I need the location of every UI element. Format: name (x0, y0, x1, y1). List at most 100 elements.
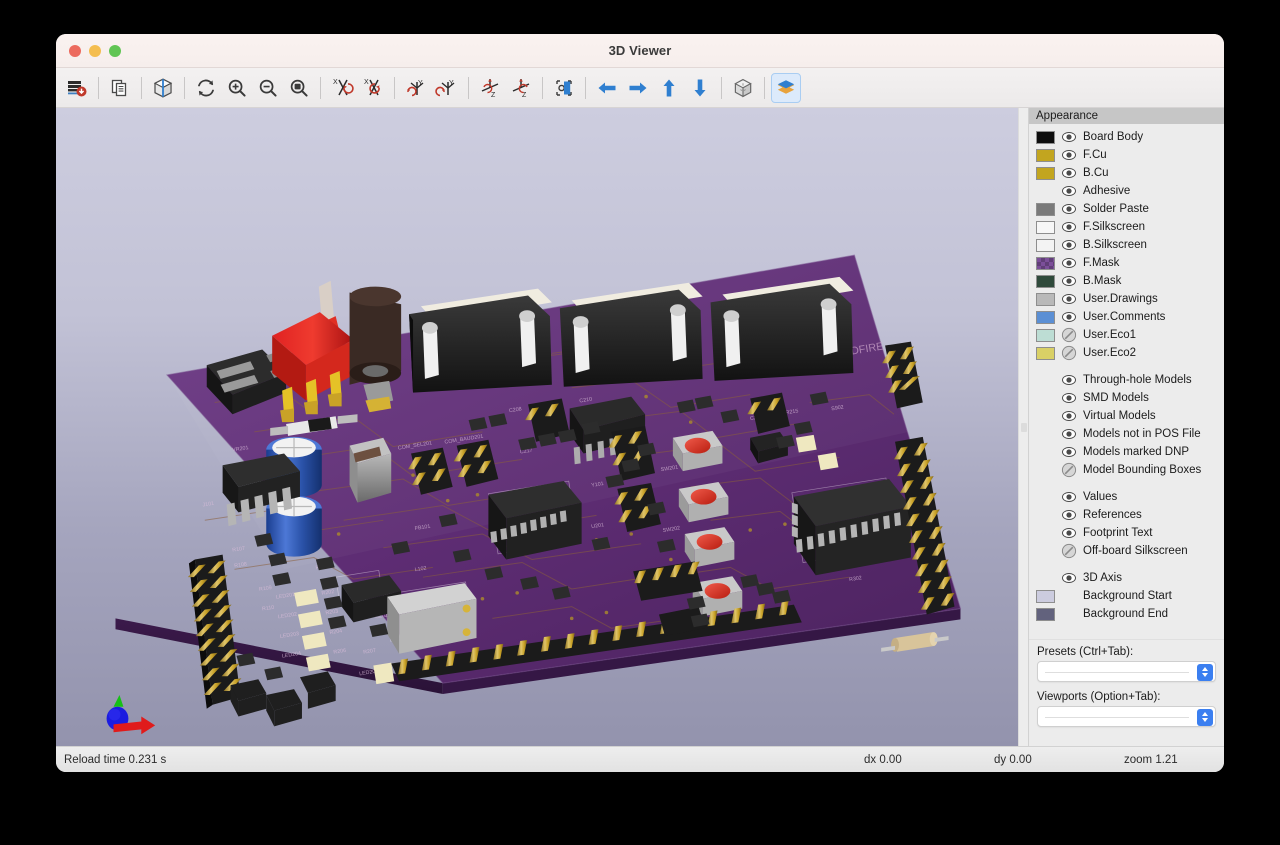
layer-row-user-eco1[interactable]: User.Eco1 (1029, 326, 1224, 344)
rotate-x-cw-button[interactable]: X (358, 73, 388, 103)
presets-label: Presets (Ctrl+Tab): (1037, 646, 1216, 658)
cube-icon (732, 77, 754, 99)
eye-visible-icon[interactable] (1061, 201, 1077, 217)
eye-visible-icon[interactable] (1061, 309, 1077, 325)
option-row-footprint-text[interactable]: Footprint Text (1029, 524, 1224, 542)
move-right-button[interactable] (623, 73, 653, 103)
eye-visible-icon[interactable] (1061, 507, 1077, 523)
eye-visible-icon[interactable] (1061, 570, 1077, 586)
layer-row-b-cu[interactable]: B.Cu (1029, 164, 1224, 182)
layer-row-f-cu[interactable]: F.Cu (1029, 146, 1224, 164)
option-row-background-start[interactable]: Background Start (1029, 587, 1224, 605)
option-row-values[interactable]: Values (1029, 488, 1224, 506)
reload-board-button[interactable] (62, 73, 92, 103)
eye-visible-icon[interactable] (1061, 237, 1077, 253)
layer-row-user-eco2[interactable]: User.Eco2 (1029, 344, 1224, 362)
option-label: Model Bounding Boxes (1083, 464, 1201, 476)
rotate-y-cw-button[interactable]: Y (432, 73, 462, 103)
svg-text:Z: Z (491, 92, 496, 99)
viewports-label: Viewports (Option+Tab): (1037, 691, 1216, 703)
eye-hidden-icon[interactable] (1061, 345, 1077, 361)
eye-hidden-icon[interactable] (1061, 327, 1077, 343)
toggle-orthographic-button[interactable] (728, 73, 758, 103)
color-swatch[interactable] (1036, 347, 1055, 360)
eye-hidden-icon[interactable] (1061, 543, 1077, 559)
option-row-off-board-silkscreen[interactable]: Off-board Silkscreen (1029, 542, 1224, 560)
rotate-z-ccw-button[interactable]: Z (475, 73, 505, 103)
layer-row-f-mask[interactable]: F.Mask (1029, 254, 1224, 272)
layer-row-b-mask[interactable]: B.Mask (1029, 272, 1224, 290)
zoom-in-button[interactable] (222, 73, 252, 103)
option-row-models-marked-dnp[interactable]: Models marked DNP (1029, 443, 1224, 461)
option-row-3d-axis[interactable]: 3D Axis (1029, 569, 1224, 587)
zoom-out-button[interactable] (253, 73, 283, 103)
color-swatch[interactable] (1036, 311, 1055, 324)
swatch-placeholder (1036, 446, 1055, 459)
layer-row-solder-paste[interactable]: Solder Paste (1029, 200, 1224, 218)
option-row-smd-models[interactable]: SMD Models (1029, 389, 1224, 407)
layer-row-board-body[interactable]: Board Body (1029, 128, 1224, 146)
rotate-z-cw-button[interactable]: Z (506, 73, 536, 103)
eye-hidden-icon[interactable] (1061, 462, 1077, 478)
presets-stepper[interactable] (1197, 664, 1213, 681)
color-swatch[interactable] (1036, 149, 1055, 162)
layer-row-f-silkscreen[interactable]: F.Silkscreen (1029, 218, 1224, 236)
rotate-y-cw-icon: Y (435, 76, 459, 100)
color-swatch[interactable] (1036, 185, 1055, 198)
move-left-button[interactable] (592, 73, 622, 103)
eye-visible-icon[interactable] (1061, 408, 1077, 424)
eye-visible-icon[interactable] (1061, 489, 1077, 505)
layer-row-user-drawings[interactable]: User.Drawings (1029, 290, 1224, 308)
rotate-y-ccw-button[interactable]: Y (401, 73, 431, 103)
3d-viewport[interactable]: COLDFIRE R107 R108 R109 R110 LED201 LED2… (56, 108, 1018, 746)
color-swatch[interactable] (1036, 275, 1055, 288)
option-row-models-not-in-pos-file[interactable]: Models not in POS File (1029, 425, 1224, 443)
color-swatch[interactable] (1036, 590, 1055, 603)
eye-visible-icon[interactable] (1061, 147, 1077, 163)
appearance-panel-content[interactable]: Board Body F.Cu B.Cu Adhesive (1029, 124, 1224, 639)
flip-board-button[interactable] (549, 73, 579, 103)
move-up-button[interactable] (654, 73, 684, 103)
eye-visible-icon[interactable] (1061, 165, 1077, 181)
toggle-appearance-button[interactable] (771, 73, 801, 103)
option-row-background-end[interactable]: Background End (1029, 605, 1224, 623)
eye-visible-icon[interactable] (1061, 390, 1077, 406)
eye-visible-icon[interactable] (1061, 273, 1077, 289)
copy-to-clipboard-button[interactable] (105, 73, 135, 103)
color-swatch[interactable] (1036, 221, 1055, 234)
option-row-through-hole-models[interactable]: Through-hole Models (1029, 371, 1224, 389)
eye-visible-icon[interactable] (1061, 129, 1077, 145)
move-down-button[interactable] (685, 73, 715, 103)
color-swatch[interactable] (1036, 239, 1055, 252)
color-swatch[interactable] (1036, 203, 1055, 216)
color-swatch[interactable] (1036, 329, 1055, 342)
eye-visible-icon[interactable] (1061, 255, 1077, 271)
eye-visible-icon[interactable] (1061, 426, 1077, 442)
eye-visible-icon[interactable] (1061, 291, 1077, 307)
color-swatch[interactable] (1036, 257, 1055, 270)
eye-visible-icon[interactable] (1061, 219, 1077, 235)
toolbar-separator (394, 77, 395, 99)
viewports-combobox[interactable] (1037, 706, 1216, 727)
option-row-virtual-models[interactable]: Virtual Models (1029, 407, 1224, 425)
render-options-button[interactable] (148, 73, 178, 103)
color-swatch[interactable] (1036, 167, 1055, 180)
zoom-fit-button[interactable] (284, 73, 314, 103)
layer-row-user-comments[interactable]: User.Comments (1029, 308, 1224, 326)
eye-visible-icon[interactable] (1061, 372, 1077, 388)
panel-splitter[interactable] (1018, 108, 1028, 746)
layer-row-b-silkscreen[interactable]: B.Silkscreen (1029, 236, 1224, 254)
layer-row-adhesive[interactable]: Adhesive (1029, 182, 1224, 200)
color-swatch[interactable] (1036, 131, 1055, 144)
rotate-x-ccw-button[interactable]: X (327, 73, 357, 103)
option-row-references[interactable]: References (1029, 506, 1224, 524)
refresh-button[interactable] (191, 73, 221, 103)
color-swatch[interactable] (1036, 608, 1055, 621)
option-row-model-bounding-boxes[interactable]: Model Bounding Boxes (1029, 461, 1224, 479)
viewports-stepper[interactable] (1197, 709, 1213, 726)
eye-visible-icon[interactable] (1061, 183, 1077, 199)
eye-visible-icon[interactable] (1061, 525, 1077, 541)
eye-visible-icon[interactable] (1061, 444, 1077, 460)
presets-combobox[interactable] (1037, 661, 1216, 682)
color-swatch[interactable] (1036, 293, 1055, 306)
